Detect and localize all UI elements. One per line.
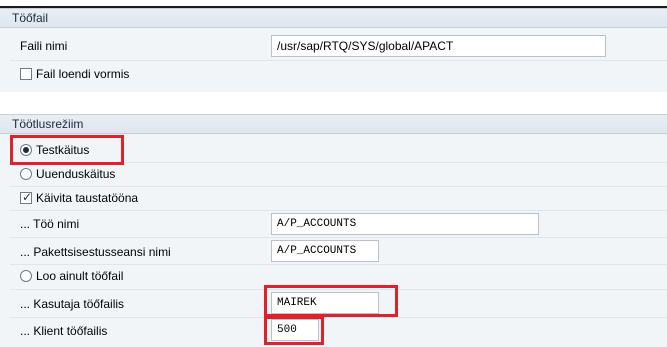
section-header-processing: Töötlusrežiim [0, 114, 667, 134]
update-run-label: Uuenduskäitus [36, 167, 116, 181]
test-run-radio[interactable] [20, 144, 32, 156]
list-format-label: Fail loendi vormis [36, 67, 130, 81]
divider [10, 289, 667, 290]
client-input[interactable]: 500 [271, 319, 319, 341]
create-file-only-label: Loo ainult töőfail [36, 269, 124, 283]
background-job-label: Käivita taustatööna [36, 191, 139, 205]
divider [10, 237, 667, 238]
divider [10, 264, 667, 265]
checkmark-icon: ✓ [22, 190, 33, 204]
file-panel: Faili nimi /usr/sap/RTQ/SYS/global/APACT… [0, 28, 667, 92]
radio-selected-dot [23, 147, 29, 153]
processing-panel: Testkäitus Uuenduskäitus ✓ Käivita taust… [0, 134, 667, 347]
list-format-checkbox[interactable] [20, 68, 32, 80]
user-label: ... Kasutaja töőfailis [20, 297, 125, 311]
update-run-radio[interactable] [20, 168, 32, 180]
file-name-input[interactable]: /usr/sap/RTQ/SYS/global/APACT [271, 35, 606, 57]
create-file-only-radio[interactable] [20, 270, 32, 282]
section-header-file: Töőfail [0, 8, 667, 28]
job-name-label: ... Töö nimi [20, 217, 80, 231]
user-input[interactable]: MAIREK [271, 292, 379, 314]
divider [10, 162, 667, 163]
test-run-label: Testkäitus [36, 143, 90, 157]
divider [10, 317, 667, 318]
file-name-label: Faili nimi [20, 39, 68, 53]
divider [10, 186, 667, 187]
batch-session-input[interactable]: A/P_ACCOUNTS [271, 240, 379, 262]
client-label: ... Klient töőfailis [20, 324, 108, 338]
background-job-checkbox[interactable]: ✓ [20, 190, 33, 204]
job-name-input[interactable]: A/P_ACCOUNTS [271, 213, 539, 235]
divider [10, 210, 667, 211]
divider [10, 60, 667, 61]
batch-session-label: ... Pakettsisestusseansi nimi [20, 245, 171, 259]
